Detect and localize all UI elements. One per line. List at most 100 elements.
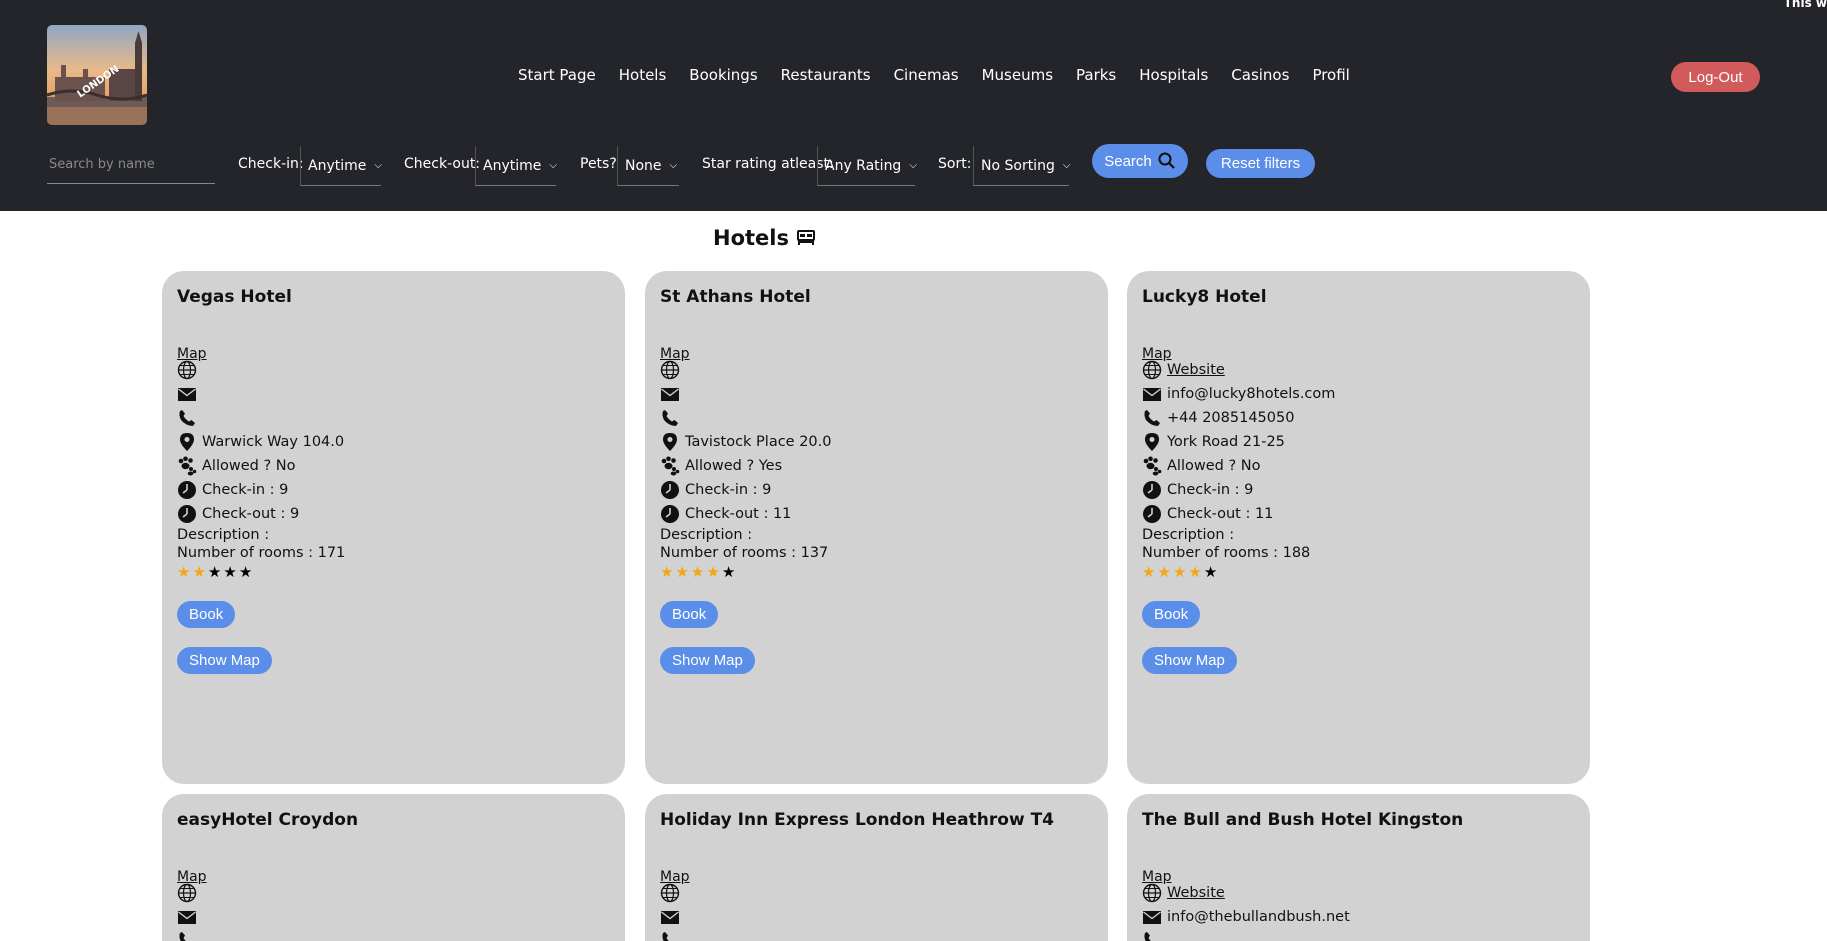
phone-icon [1142,408,1162,428]
page-title: Hotels [713,226,815,250]
nav-parks[interactable]: Parks [1076,66,1116,84]
book-button[interactable]: Book [660,601,719,628]
star-empty-icon: ★ [721,563,736,581]
checkin-text: Check-in : 9 [202,482,289,498]
clock-icon [1142,504,1162,524]
clock-icon [660,504,680,524]
globe-icon [1142,883,1162,903]
hotel-name: Lucky8 Hotel [1142,287,1267,307]
pets-label: Pets? [580,156,617,172]
hotel-card: easyHotel Croydon Map [162,794,625,941]
reset-filters-button[interactable]: Reset filters [1206,149,1315,178]
star-filled-icon: ★ [1157,563,1171,581]
mail-icon [1142,907,1162,927]
website-row: Website [1142,359,1225,381]
phone-icon [177,930,197,941]
hotel-name: Vegas Hotel [177,287,292,307]
hotel-card: Lucky8 Hotel Map Website info@lucky8hote… [1127,271,1590,784]
checkout-select[interactable]: Anytime ⌵ [475,146,557,186]
globe-icon [660,883,680,903]
search-input[interactable] [47,146,215,184]
description-label: Description : [660,527,753,543]
mail-icon [660,384,680,404]
nav-restaurants[interactable]: Restaurants [781,66,871,84]
star-filled-icon: ★ [177,563,191,581]
website-link[interactable]: Website [1167,362,1225,378]
pets-text: Allowed ? No [1167,458,1261,474]
website-link[interactable]: Website [1167,885,1225,901]
address-text: Tavistock Place 20.0 [685,434,832,450]
website-row: Website [1142,882,1225,904]
globe-icon [660,360,680,380]
checkin-value: Anytime [308,157,367,174]
checkin-text: Check-in : 9 [1167,482,1254,498]
search-button[interactable]: Search [1092,144,1188,178]
address-row: York Road 21-25 [1142,431,1285,453]
address-row: Warwick Way 104.0 [177,431,344,453]
paw-icon [660,456,680,476]
checkout-text: Check-out : 11 [1167,506,1274,522]
book-button[interactable]: Book [177,601,236,628]
nav-bookings[interactable]: Bookings [689,66,757,84]
address-text: Warwick Way 104.0 [202,434,345,450]
pets-text: Allowed ? Yes [685,458,783,474]
email-row [177,906,202,928]
show-map-button[interactable]: Show Map [177,647,272,674]
star-rating: ★ ★ ★ ★ ★ [1142,563,1217,581]
phone-row [660,930,680,941]
nav-cinemas[interactable]: Cinemas [894,66,959,84]
mail-icon [177,384,197,404]
hotel-card: Holiday Inn Express London Heathrow T4 M… [645,794,1108,941]
checkin-row: Check-in : 9 [1142,479,1253,501]
london-logo[interactable]: LONDON [47,25,147,125]
email-row [660,906,685,928]
address-text: York Road 21-25 [1167,434,1285,450]
sort-value: No Sorting [981,157,1055,174]
pets-row: Allowed ? No [177,455,295,477]
star-rating-label: Star rating atleast: [702,156,834,172]
star-filled-icon: ★ [706,563,720,581]
checkout-label: Check-out: [404,156,481,172]
nav-casinos[interactable]: Casinos [1231,66,1289,84]
paw-icon [177,456,197,476]
nav-museums[interactable]: Museums [982,66,1053,84]
star-empty-icon: ★ [238,563,253,581]
hotel-name: St Athans Hotel [660,287,811,307]
clock-icon [177,480,197,500]
nav-profil[interactable]: Profil [1312,66,1349,84]
show-map-button[interactable]: Show Map [1142,647,1237,674]
phone-row [660,407,685,429]
email-row: info@thebullandbush.net [1142,906,1350,928]
email-text: info@thebullandbush.net [1167,909,1350,925]
nav-hotels[interactable]: Hotels [619,66,667,84]
book-button[interactable]: Book [1142,601,1201,628]
checkin-row: Check-in : 9 [660,479,771,501]
email-row [660,383,685,405]
sort-select[interactable]: No Sorting ⌵ [973,146,1071,186]
location-pin-icon [660,432,680,452]
location-pin-icon [1142,432,1162,452]
phone-row [177,930,197,941]
mail-icon [660,907,680,927]
star-empty-icon: ★ [223,563,237,581]
nav-hospitals[interactable]: Hospitals [1139,66,1208,84]
star-empty-icon: ★ [207,563,222,581]
pets-value: None [625,157,662,174]
mail-icon [177,907,197,927]
rooms-text: Number of rooms : 188 [1142,545,1311,561]
phone-icon [177,408,197,428]
show-map-button[interactable]: Show Map [660,647,755,674]
pets-row: Allowed ? No [1142,455,1260,477]
logout-button[interactable]: Log-Out [1671,62,1760,92]
chevron-down-icon: ⌵ [909,160,917,171]
checkout-text: Check-out : 9 [202,506,300,522]
phone-row [177,407,202,429]
star-filled-icon: ★ [690,563,705,581]
checkout-text: Check-out : 11 [685,506,792,522]
mail-icon [1142,384,1162,404]
chevron-down-icon: ⌵ [1062,160,1071,171]
pets-select[interactable]: None ⌵ [617,146,679,186]
nav-start-page[interactable]: Start Page [518,66,596,84]
checkin-select[interactable]: Anytime ⌵ [300,146,382,186]
star-rating-select[interactable]: Any Rating ⌵ [817,146,917,186]
